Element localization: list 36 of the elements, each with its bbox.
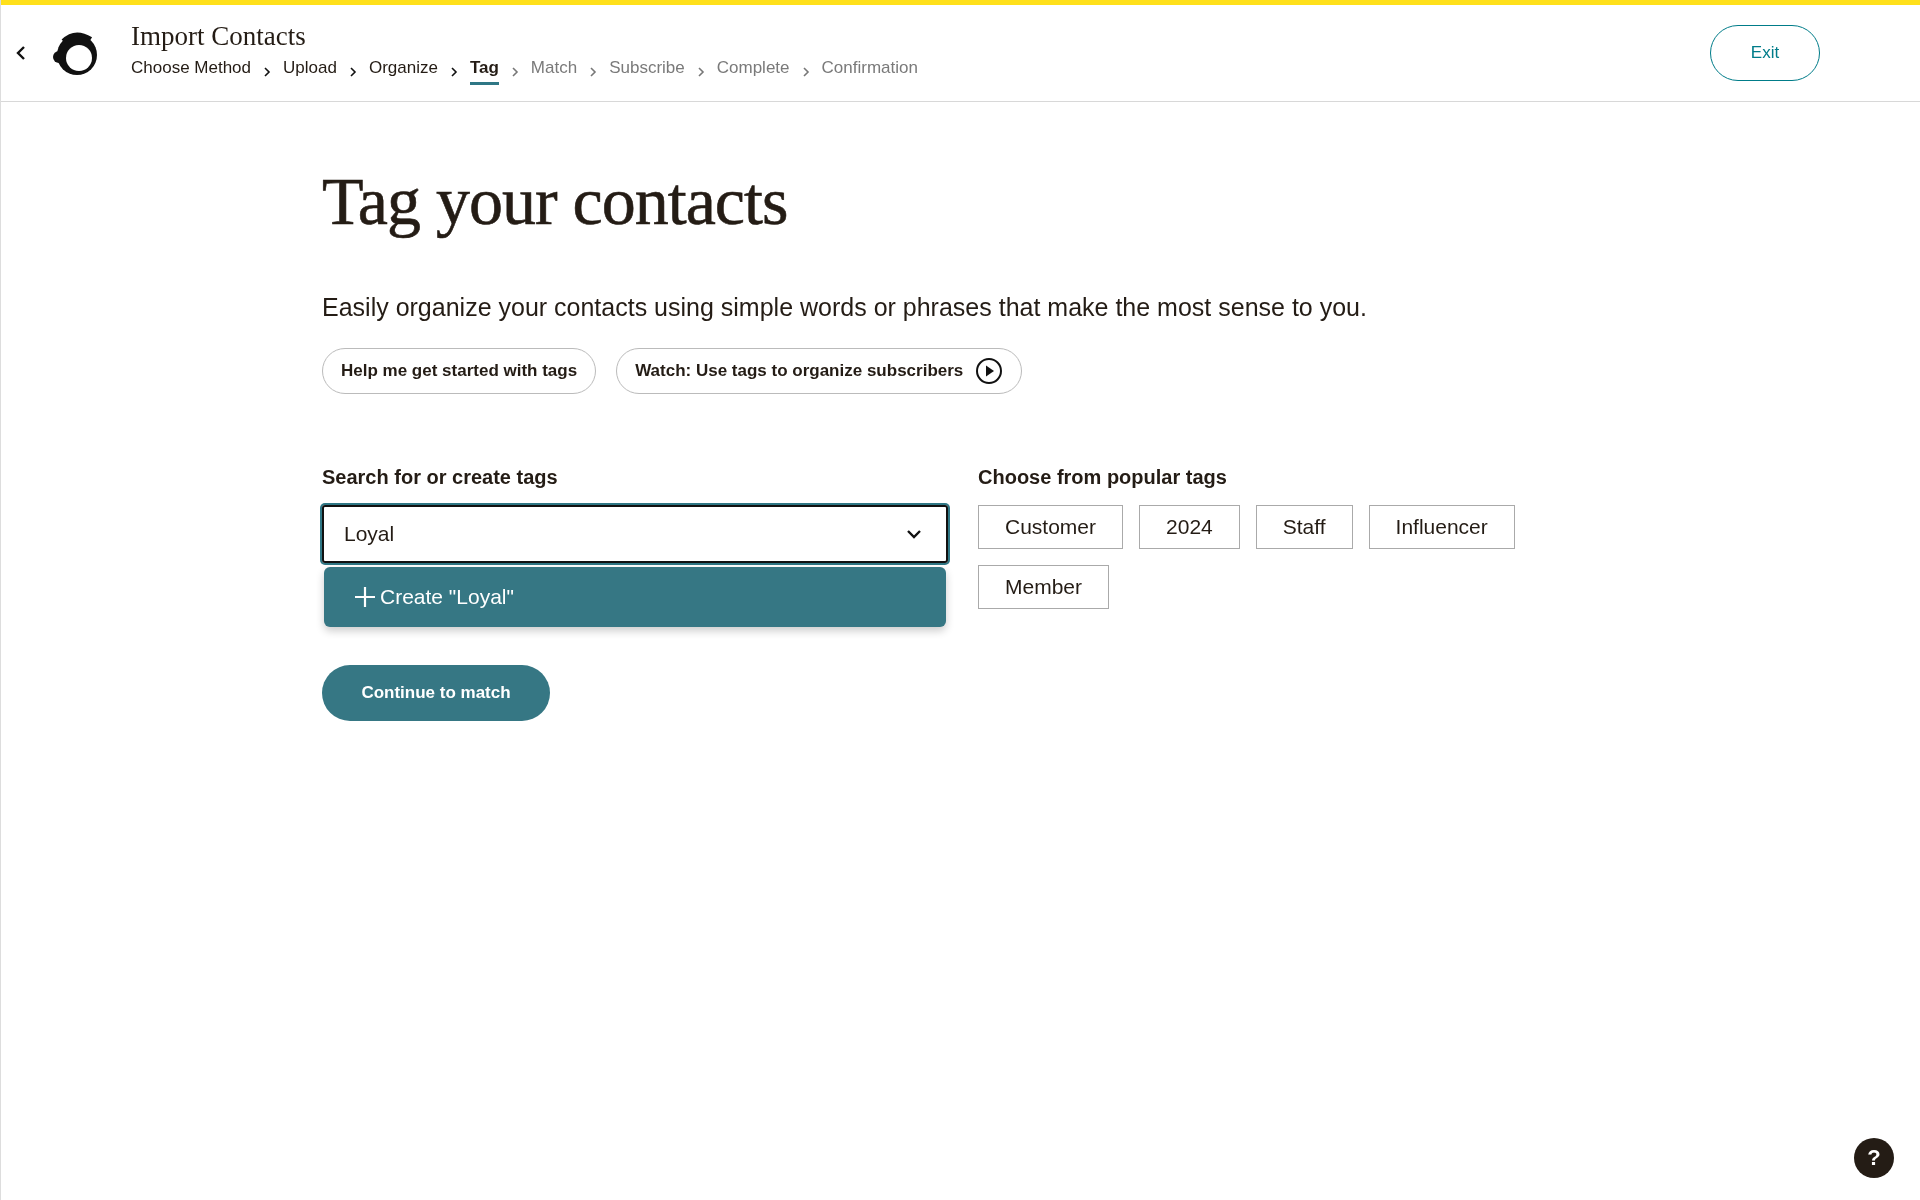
help-link-button[interactable]: Watch: Use tags to organize subscribers bbox=[616, 348, 1023, 394]
tag-chip[interactable]: Member bbox=[978, 565, 1110, 609]
chevron-icon bbox=[263, 66, 272, 77]
breadcrumb-step[interactable]: Organize bbox=[368, 58, 438, 85]
chevron-icon bbox=[696, 66, 705, 77]
tag-search-field[interactable]: Loyal bbox=[322, 505, 948, 563]
page-title: Import Contacts bbox=[131, 21, 307, 52]
help-link-button[interactable]: Help me get started with tags bbox=[322, 348, 597, 394]
tag-chip[interactable]: Staff bbox=[1255, 505, 1353, 549]
description: Easily organize your contacts using simple words or phrases that make the most sense to you. bbox=[322, 293, 1368, 322]
breadcrumb-step[interactable]: Confirmation bbox=[821, 58, 918, 85]
plus-icon bbox=[354, 586, 376, 608]
tag-chip[interactable]: Customer bbox=[978, 505, 1124, 549]
breadcrumb-step[interactable]: Complete bbox=[716, 58, 790, 85]
chevron-icon bbox=[348, 66, 357, 77]
play-icon bbox=[975, 357, 1004, 385]
chevron-icon bbox=[801, 66, 810, 77]
breadcrumb-step[interactable]: Match bbox=[530, 58, 578, 85]
exit-button[interactable]: Exit bbox=[1710, 25, 1820, 81]
chevron-icon bbox=[589, 66, 598, 77]
page-heading: Tag your contacts bbox=[322, 162, 789, 241]
create-tag-option[interactable]: Create "Loyal" bbox=[324, 567, 946, 627]
back-icon[interactable] bbox=[15, 45, 27, 61]
chevron-icon bbox=[449, 66, 458, 77]
continue-button[interactable]: Continue to match bbox=[322, 665, 550, 721]
tag-chip[interactable]: 2024 bbox=[1139, 505, 1240, 549]
breadcrumb-step[interactable]: Upload bbox=[283, 58, 337, 85]
breadcrumb-step[interactable]: Tag bbox=[469, 58, 499, 85]
tag-chip[interactable]: Influencer bbox=[1368, 505, 1515, 549]
popular-tags-label: Choose from popular tags bbox=[978, 466, 1228, 489]
chevron-icon bbox=[510, 66, 519, 77]
help-button[interactable]: ? bbox=[1854, 1138, 1894, 1178]
chevron-down-icon bbox=[906, 529, 922, 539]
breadcrumb-step[interactable]: Choose Method bbox=[131, 58, 252, 85]
breadcrumb-step[interactable]: Subscribe bbox=[609, 58, 685, 85]
search-label: Search for or create tags bbox=[322, 466, 559, 489]
